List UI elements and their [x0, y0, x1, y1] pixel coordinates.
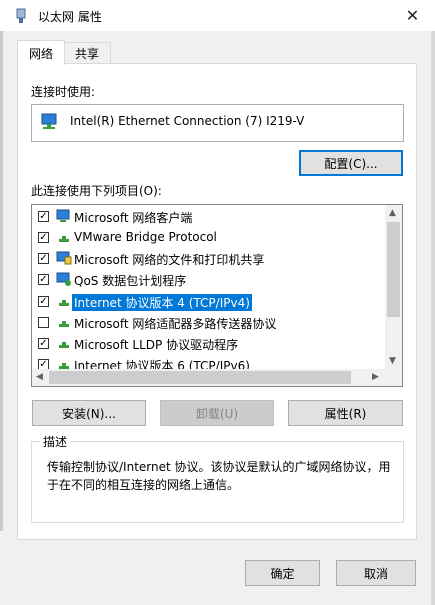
protocol-icon — [59, 342, 69, 348]
adapter-field: Intel(R) Ethernet Connection (7) I219-V — [31, 104, 404, 142]
list-item[interactable]: ✓ Microsoft 网络的文件和打印机共享 — [32, 248, 386, 269]
ok-button[interactable]: 确定 — [245, 560, 320, 586]
protocol-icon — [59, 321, 69, 327]
properties-button-label: 属性(R) — [324, 406, 367, 421]
scroll-left-icon[interactable]: ◀ — [36, 372, 43, 382]
list-item-label: Internet 协议版本 4 (TCP/IPv4) — [72, 294, 252, 311]
scroll-up-icon[interactable]: ▲ — [389, 208, 396, 218]
checkbox[interactable] — [38, 317, 49, 328]
close-button[interactable]: ✕ — [390, 0, 435, 31]
close-icon: ✕ — [405, 6, 420, 25]
background-window-edge-right — [431, 31, 435, 605]
title-bar: 以太网 属性 ✕ — [0, 0, 435, 31]
scroll-right-icon[interactable]: ▶ — [372, 372, 379, 382]
window-title: 以太网 属性 — [38, 10, 102, 24]
list-item-label: Microsoft 网络适配器多路传送器协议 — [74, 317, 277, 331]
description-text: 传输控制协议/Internet 协议。该协议是默认的广域网络协议，用于在不同的相… — [47, 460, 391, 492]
tab-sharing[interactable]: 共享 — [63, 42, 111, 64]
scroll-down-icon[interactable]: ▼ — [389, 356, 396, 366]
file-share-icon — [56, 251, 72, 265]
tab-label: 网络 — [28, 46, 53, 61]
uninstall-button-label: 卸载(U) — [195, 406, 239, 421]
items-label: 此连接使用下列项目(O): — [31, 184, 162, 198]
adapter-name: Intel(R) Ethernet Connection (7) I219-V — [70, 114, 305, 128]
configure-button[interactable]: 配置(C)... — [299, 150, 403, 176]
checkbox[interactable]: ✓ — [38, 253, 49, 264]
list-item[interactable]: Microsoft 网络适配器多路传送器协议 — [32, 312, 386, 333]
background-window-edge — [0, 31, 3, 531]
protocol-icon — [59, 300, 69, 306]
vertical-scrollbar[interactable]: ▲ ▼ — [385, 205, 402, 369]
properties-button[interactable]: 属性(R) — [288, 400, 403, 426]
list-item-label: Microsoft 网络客户端 — [74, 211, 193, 225]
horizontal-scroll-thumb[interactable] — [49, 371, 351, 384]
list-item[interactable]: ✓ VMware Bridge Protocol — [32, 227, 386, 248]
install-button-label: 安装(N)... — [62, 406, 116, 421]
checkbox[interactable]: ✓ — [38, 296, 49, 307]
tab-label: 共享 — [74, 47, 99, 61]
checkbox[interactable]: ✓ — [38, 232, 49, 243]
qos-icon — [56, 272, 71, 286]
vertical-scroll-thumb[interactable] — [387, 222, 400, 317]
network-adapter-icon — [41, 113, 57, 129]
list-item-label: Microsoft 网络的文件和打印机共享 — [74, 253, 265, 267]
configure-button-label: 配置(C)... — [324, 156, 378, 171]
connect-using-label: 连接时使用: — [31, 85, 96, 99]
cancel-button-label: 取消 — [363, 566, 388, 581]
checkbox[interactable]: ✓ — [38, 338, 49, 349]
ok-button-label: 确定 — [270, 566, 295, 581]
protocol-icon — [59, 236, 69, 242]
components-list[interactable]: ✓ Microsoft 网络客户端 ✓ VMware Bridge Protocol ✓… — [31, 204, 403, 387]
tab-network[interactable]: 网络 — [17, 40, 65, 65]
horizontal-scrollbar[interactable]: ◀ ▶ — [32, 369, 385, 386]
install-button[interactable]: 安装(N)... — [32, 400, 146, 426]
network-adapter-icon — [16, 8, 26, 23]
list-item-label: QoS 数据包计划程序 — [74, 274, 187, 288]
checkbox[interactable]: ✓ — [38, 274, 49, 285]
cancel-button[interactable]: 取消 — [336, 560, 416, 586]
uninstall-button[interactable]: 卸载(U) — [160, 400, 274, 426]
list-item-label: VMware Bridge Protocol — [74, 230, 217, 244]
list-item[interactable]: ✓ QoS 数据包计划程序 — [32, 269, 386, 290]
list-item-label: Microsoft LLDP 协议驱动程序 — [74, 338, 239, 352]
checkbox[interactable]: ✓ — [38, 211, 49, 222]
list-item[interactable]: ✓ Microsoft 网络客户端 — [32, 206, 386, 227]
list-item[interactable]: ✓ Microsoft LLDP 协议驱动程序 — [32, 333, 386, 354]
list-item[interactable]: ✓ Internet 协议版本 4 (TCP/IPv4) — [32, 291, 386, 312]
network-client-icon — [56, 209, 70, 222]
description-title: 描述 — [40, 433, 71, 450]
scrollbar-corner — [385, 369, 402, 386]
